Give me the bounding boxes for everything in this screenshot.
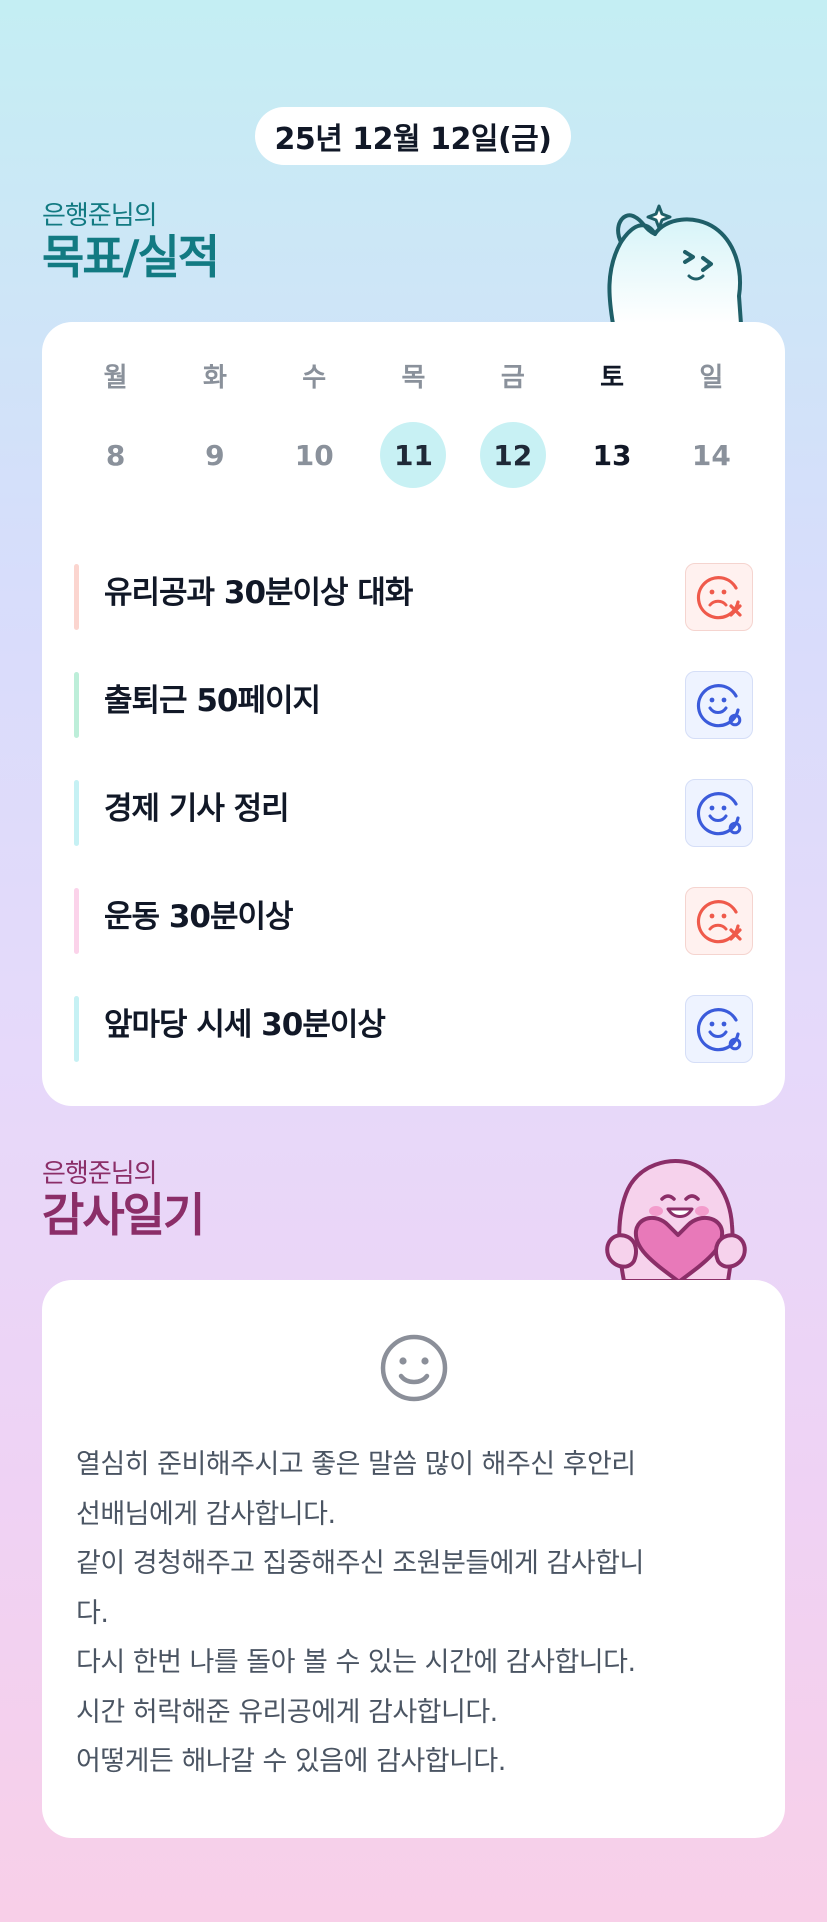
- gratitude-title: 감사일기: [42, 1188, 205, 1242]
- goal-item[interactable]: 유리공과 30분이상 대화: [74, 536, 753, 644]
- date-label: 25년 12월 12일(금): [274, 122, 552, 157]
- goal-text: 운동 30분이상: [104, 899, 294, 935]
- status-success-button[interactable]: [685, 995, 753, 1063]
- sad-face-x-icon: [696, 900, 742, 944]
- smile-icon: [378, 1332, 450, 1404]
- weekday-mon: 월: [103, 363, 128, 393]
- smile-face-check-icon: [696, 792, 742, 836]
- weekday-sun: 일: [699, 363, 724, 393]
- goal-text: 경제 기사 정리: [104, 791, 290, 827]
- date-9[interactable]: 9: [182, 422, 248, 488]
- goal-accent-bar: [74, 780, 79, 846]
- goals-title: 목표/실적: [42, 230, 220, 284]
- date-8[interactable]: 8: [83, 422, 149, 488]
- goal-text: 출퇴근 50페이지: [104, 683, 321, 719]
- sad-face-x-icon: [696, 576, 742, 620]
- goal-accent-bar: [74, 564, 79, 630]
- goal-accent-bar: [74, 672, 79, 738]
- date-14[interactable]: 14: [678, 422, 744, 488]
- date-11[interactable]: 11: [380, 422, 447, 488]
- goals-section-header: 은행준님의 목표/실적: [42, 201, 220, 284]
- gratitude-subtitle: 은행준님의: [42, 1159, 158, 1189]
- goal-item[interactable]: 출퇴근 50페이지: [74, 644, 753, 752]
- smile-face-check-icon: [696, 1008, 742, 1052]
- goal-accent-bar: [74, 888, 79, 954]
- weekday-thu: 목: [401, 363, 426, 393]
- status-fail-button[interactable]: [685, 887, 753, 955]
- week-calendar: 월 화 수 목 금 토 일 8 9 10 11 12 13 14: [66, 358, 761, 488]
- goal-item[interactable]: 앞마당 시세 30분이상: [74, 968, 753, 1076]
- gratitude-section-header: 은행준님의 감사일기: [42, 1159, 205, 1242]
- status-fail-button[interactable]: [685, 563, 753, 631]
- heart-mascot-icon: [598, 1155, 754, 1283]
- weekday-fri: 금: [500, 363, 525, 393]
- goals-subtitle: 은행준님의: [42, 201, 158, 231]
- weekday-sat: 토: [600, 363, 625, 393]
- weekday-tue: 화: [202, 363, 227, 393]
- status-success-button[interactable]: [685, 671, 753, 739]
- goals-card: 월 화 수 목 금 토 일 8 9 10 11 12 13 14 유리공과 30…: [42, 322, 785, 1106]
- goal-accent-bar: [74, 996, 79, 1062]
- gratitude-card: 열심히 준비해주시고 좋은 말씀 많이 해주신 후안리 선배님에게 감사합니다.…: [42, 1280, 785, 1838]
- date-13[interactable]: 13: [579, 422, 645, 488]
- waving-mascot-icon: [603, 200, 749, 326]
- date-10[interactable]: 10: [281, 422, 347, 488]
- date-pill: 25년 12월 12일(금): [255, 107, 571, 165]
- goal-item[interactable]: 경제 기사 정리: [74, 752, 753, 860]
- date-12[interactable]: 12: [479, 422, 546, 488]
- goal-item[interactable]: 운동 30분이상: [74, 860, 753, 968]
- goal-text: 앞마당 시세 30분이상: [104, 1007, 386, 1043]
- goal-text: 유리공과 30분이상 대화: [104, 575, 413, 611]
- goal-list: 유리공과 30분이상 대화 출퇴근 50페이지 경제 기사 정리 운동 30분이…: [74, 536, 753, 1076]
- gratitude-entry-text: 열심히 준비해주시고 좋은 말씀 많이 해주신 후안리 선배님에게 감사합니다.…: [76, 1449, 644, 1777]
- status-success-button[interactable]: [685, 779, 753, 847]
- weekday-wed: 수: [302, 363, 327, 393]
- smile-face-check-icon: [696, 684, 742, 728]
